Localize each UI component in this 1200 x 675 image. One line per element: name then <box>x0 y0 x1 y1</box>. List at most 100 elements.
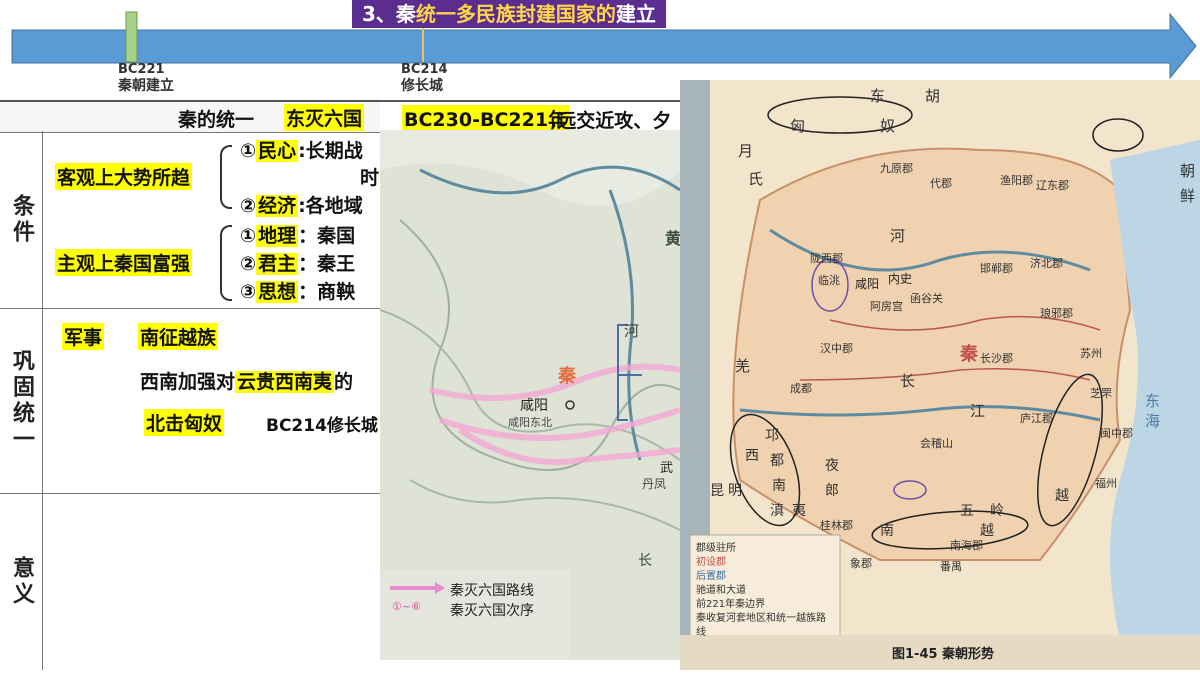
map2-sea-dong: 东 <box>1145 392 1161 410</box>
map1-label-xianyang: 咸阳 <box>520 398 548 414</box>
map2-region-xiong: 匈 <box>790 117 806 135</box>
map2-region-du: 都 <box>770 453 784 469</box>
map1-label-danfeng: 丹凤 <box>642 477 667 491</box>
map2-legend-roads: 驰道和大道 <box>696 585 746 596</box>
conditions-label-cell: 条件 <box>0 131 43 308</box>
map1-legend-order: 秦灭六国次序 <box>450 603 534 619</box>
map2-place-longxi: 陇西郡 <box>810 252 843 265</box>
map2-place-panyu: 番禺 <box>940 560 962 573</box>
map2-place-lujiang: 庐江郡 <box>1020 412 1053 425</box>
map2-region-xi: 西 <box>745 448 759 464</box>
map2-place-jiuyuan: 九原郡 <box>880 162 913 175</box>
map2-region-chang: 长 <box>900 372 916 390</box>
map2-place-lintao: 临洮 <box>818 274 840 287</box>
map2-region-hu: 胡 <box>925 87 941 105</box>
objective-item-2: ② 经济:各地域 <box>240 195 363 217</box>
significance-label-cell: 意义 <box>0 494 43 670</box>
map2-region-ming: 明 <box>728 483 742 499</box>
subjective-bracket <box>220 225 232 301</box>
significance-label: 意义 <box>9 556 34 608</box>
map2-place-hangu: 函谷关 <box>910 292 943 305</box>
map2-place-changsha: 会稽山 <box>920 437 953 450</box>
table-header-row: 秦的统一 东灭六国 <box>0 100 380 133</box>
map1-label-qin: 秦 <box>558 366 576 387</box>
map2-legend-initial: 初设郡 <box>696 557 726 568</box>
map1-label-xianyang-ne: 咸阳东北 <box>508 416 552 429</box>
map2-place-nanhai: 南海郡 <box>950 539 983 552</box>
map2-legend-route: 秦收复河套地区和统一越族路线 <box>696 613 826 638</box>
map2-place-suzhou: 苏州 <box>1080 347 1102 360</box>
map2-legend-seat: 郡级驻所 <box>696 543 736 554</box>
map2-legend: 郡级驻所 初设郡 后置郡 驰道和大道 前221年秦边界 秦收复河套地区和统一越族… <box>696 542 831 640</box>
subjective-item-2: ② 君主 ：秦王 <box>240 253 356 275</box>
map2-region-qiang: 羌 <box>735 357 751 375</box>
consolidate-label: 巩固统一 <box>9 349 34 453</box>
map2-region-qin: 秦 <box>960 344 978 365</box>
objective-item-1-cont: 时 <box>360 167 380 189</box>
map2-region-lang: 郎 <box>825 483 839 499</box>
subjective-strength: 主观上秦国富强 <box>55 249 193 276</box>
map2-region-wu: 五 <box>960 503 974 519</box>
map2-legend-later: 后置郡 <box>696 571 726 582</box>
conditions-label: 条件 <box>9 193 34 246</box>
map1-label-wu: 武 <box>660 461 674 476</box>
map2-place-langya: 琅邪郡 <box>1040 307 1073 320</box>
header-label: 秦的统一 <box>178 109 255 131</box>
header-continuation: BC230-BC221年 ,远交近攻、夕 <box>380 100 680 132</box>
map1-legend-symbol: ①~⑥ <box>392 600 421 613</box>
section-title: 3、秦统一多民族封建国家的建立 <box>352 0 666 28</box>
summary-table: 秦的统一 东灭六国 条件 客观上大势所趋 ① 民心:长期战 时 ② 经济:各地域 主… <box>0 100 380 670</box>
consolidate-row: 巩固统一 军事 南征越族 西南加强对 云贵西南夷的 北击匈奴 BC214修长城 <box>0 309 380 494</box>
timeline-marker-bc214: BC214 修长城 <box>401 62 448 94</box>
header-highlight-east: 东灭六国 <box>284 104 365 131</box>
great-wall-note: BC214修长城 <box>266 416 378 436</box>
header-rest: ,远交近攻、夕 <box>550 110 672 132</box>
map2-place-neishi: 内史 <box>888 272 913 286</box>
conditions-row: 条件 客观上大势所趋 ① 民心:长期战 时 ② 经济:各地域 主观上秦国富强 ① 地理… <box>0 131 380 309</box>
map1-label-huang: 黄 <box>665 229 680 248</box>
map2-region-jiang: 江 <box>970 402 986 420</box>
map2-caption: 图1-45 秦朝形势 <box>892 647 995 662</box>
objective-item-1: ① 民心:长期战 <box>240 140 363 162</box>
objective-bracket <box>220 145 232 209</box>
map2-place-liaodong: 辽东郡 <box>1036 179 1069 192</box>
conquest-map-photo: 黄 河 秦 咸阳 咸阳东北 武 丹凤 长 秦灭六国路线 ①~⑥ 秦灭六国次序 <box>380 130 680 660</box>
significance-row: 意义 <box>0 494 380 670</box>
map2-place-kuaiji: 芝罘 <box>1090 387 1112 400</box>
map2-region-chao: 朝 <box>1180 162 1196 180</box>
map2-region-yue-tribe: 越 <box>1055 488 1069 504</box>
map1-label-chang: 长 <box>638 553 652 569</box>
map2-region-nan-yue: 南 <box>880 523 894 539</box>
map2-place-fuzhou: 福州 <box>1095 477 1117 490</box>
qin-dynasty-map-photo: 东 胡 匈 奴 月 氏 朝 鲜 河 秦 长 江 羌 邛 都 夜 郎 西 南 夷 … <box>680 80 1200 670</box>
southwest-policy: 西南加强对 云贵西南夷的 <box>140 371 354 393</box>
map2-legend-border: 前221年秦边界 <box>696 599 766 610</box>
map2-region-kun: 昆 <box>710 483 724 499</box>
map2-place-handan: 邯郸郡 <box>980 262 1013 275</box>
map2-place-hanzhong: 汉中郡 <box>820 342 853 355</box>
consolidate-label-cell: 巩固统一 <box>0 309 43 493</box>
north-campaign: 北击匈奴 <box>144 409 225 436</box>
south-campaign: 南征越族 <box>138 323 219 350</box>
map2-region-nan: 南 <box>772 478 786 494</box>
map1-legend-route: 秦灭六国路线 <box>450 583 534 599</box>
map2-region-yi: 夷 <box>792 503 806 519</box>
map2-place-dai: 代郡 <box>930 177 952 190</box>
map2-place-chengdu: 成都 <box>790 382 812 395</box>
map2-region-he: 河 <box>890 227 906 245</box>
subjective-item-3: ③ 思想 ：商鞅 <box>240 281 356 303</box>
map2-region-dong: 东 <box>870 87 886 105</box>
header-highlight-years: BC230-BC221年 <box>402 105 570 132</box>
map2-place-guilin: 桂林郡 <box>820 519 853 532</box>
map2-place-xiang: 象郡 <box>850 557 872 570</box>
subjective-item-1: ① 地理 ：秦国 <box>240 225 356 247</box>
map2-place-yuyang: 渔阳郡 <box>1000 174 1033 187</box>
map2-place-jibei: 济北郡 <box>1030 257 1063 270</box>
map2-region-xian: 鲜 <box>1180 187 1196 205</box>
map1-label-he: 河 <box>624 322 640 340</box>
map2-region-qiong: 邛 <box>765 428 779 444</box>
map2-place-minzhong: 闽中郡 <box>1100 427 1133 440</box>
objective-trend: 客观上大势所趋 <box>55 163 193 190</box>
map2-region-nu: 奴 <box>880 117 896 135</box>
map2-region-shi: 氏 <box>748 170 764 188</box>
